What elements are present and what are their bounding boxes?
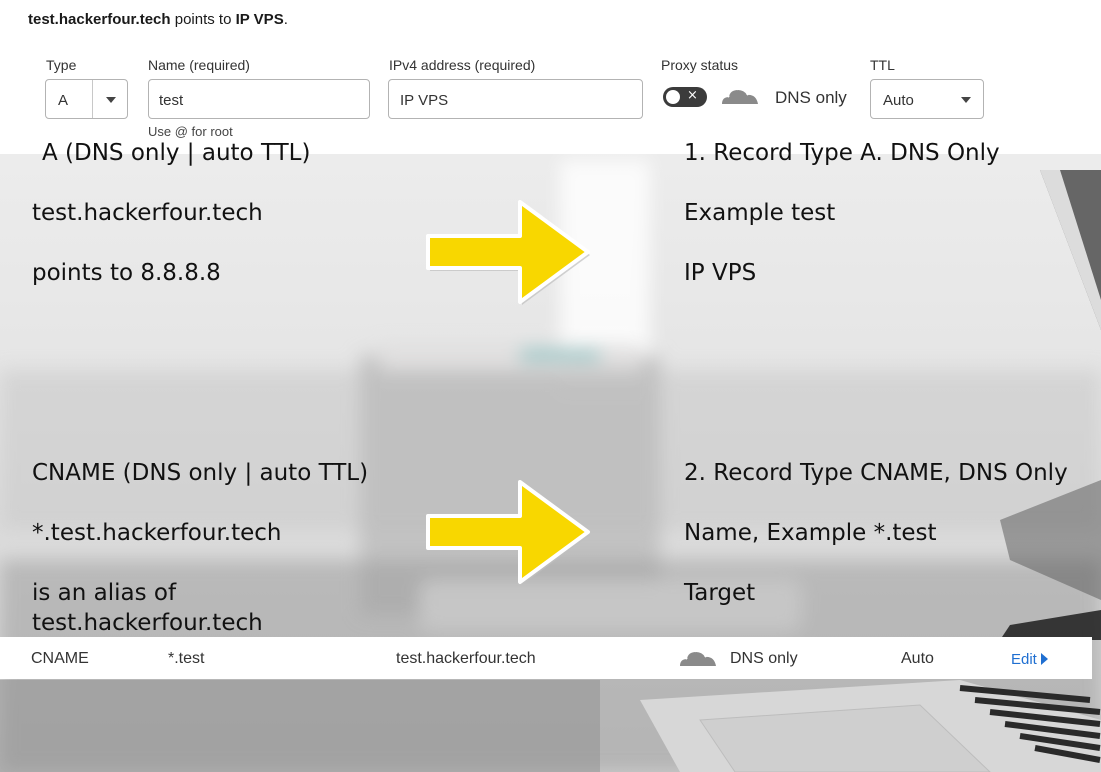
note-cname-alias: is an alias of: [32, 580, 177, 606]
note-cname-target: Target: [684, 580, 756, 606]
edit-link[interactable]: Edit: [1011, 651, 1048, 668]
arrow-right-icon: [426, 200, 590, 305]
proxy-status-value: DNS only: [775, 88, 847, 107]
proxy-status-label: Proxy status: [661, 57, 739, 73]
add-record-form: test.hackerfour.tech points to IP VPS. T…: [0, 0, 1101, 154]
ipv4-label: IPv4 address (required): [389, 57, 536, 73]
ttl-select[interactable]: Auto: [870, 79, 984, 119]
table-row: CNAME *.test test.hackerfour.tech DNS on…: [0, 637, 1092, 679]
note-a-host: test.hackerfour.tech: [32, 200, 263, 226]
note-cname-name: Name, Example *.test: [684, 520, 937, 546]
note-a-target: points to 8.8.8.8: [32, 260, 221, 286]
ttl-label: TTL: [870, 57, 895, 73]
close-icon: ×: [687, 88, 698, 103]
proxy-toggle[interactable]: ×: [663, 87, 707, 107]
ipv4-input[interactable]: IP VPS: [388, 79, 643, 119]
name-label: Name (required): [148, 57, 250, 73]
note-cname-alias-target: test.hackerfour.tech: [32, 610, 263, 636]
record-preview-heading: test.hackerfour.tech points to IP VPS.: [28, 11, 288, 28]
row-name: *.test: [168, 650, 205, 667]
chevron-down-icon[interactable]: [961, 97, 971, 103]
name-help-text: Use @ for root: [148, 124, 233, 139]
note-a-type: A (DNS only | auto TTL): [42, 140, 311, 166]
row-proxy: DNS only: [730, 650, 798, 667]
cloud-icon: [680, 646, 716, 666]
type-value: A: [58, 92, 69, 109]
name-input[interactable]: test: [148, 79, 370, 119]
chevron-down-icon[interactable]: [106, 97, 116, 103]
row-content: test.hackerfour.tech: [396, 650, 536, 667]
name-value: test: [159, 92, 184, 109]
note-a-ip: IP VPS: [684, 260, 757, 286]
toggle-knob: [666, 90, 680, 104]
ttl-value: Auto: [883, 92, 914, 109]
note-a-name: Example test: [684, 200, 836, 226]
type-label: Type: [46, 57, 77, 73]
note-cname-host: *.test.hackerfour.tech: [32, 520, 282, 546]
row-ttl: Auto: [901, 650, 934, 667]
type-select-divider: [92, 80, 93, 118]
cloud-icon: [722, 84, 758, 104]
row-type: CNAME: [31, 650, 89, 667]
note-cname-type: CNAME (DNS only | auto TTL): [32, 460, 369, 486]
caret-right-icon: [1040, 653, 1048, 665]
edit-label: Edit: [1011, 651, 1037, 668]
note-cname-step: 2. Record Type CNAME, DNS Only: [684, 460, 1068, 486]
note-a-step: 1. Record Type A. DNS Only: [684, 140, 1000, 166]
ipv4-value: IP VPS: [400, 92, 449, 109]
arrow-right-icon: [426, 480, 590, 585]
type-select[interactable]: A: [45, 79, 128, 119]
